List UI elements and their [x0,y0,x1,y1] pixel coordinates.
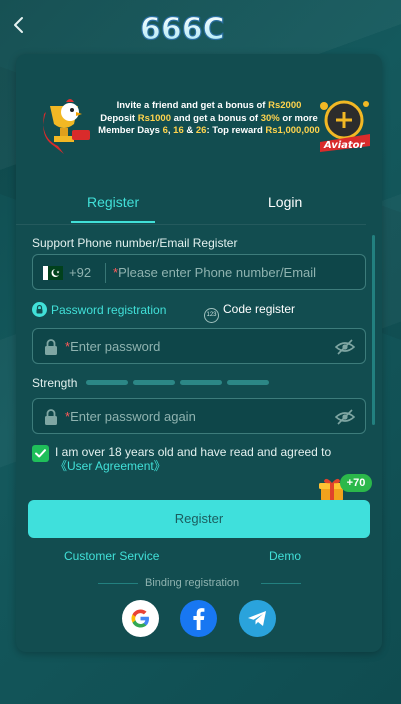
lock-icon [44,409,58,425]
country-code[interactable]: +92 [69,265,91,280]
eye-off-icon[interactable] [334,408,356,426]
customer-service-link[interactable]: Customer Service [64,549,159,563]
phone-email-placeholder: *Please enter Phone number/Email [113,265,317,280]
register-method-label: Support Phone number/Email Register [32,236,238,250]
app-logo: 666C [138,8,242,47]
tab-register[interactable]: Register [87,194,139,210]
tab-login[interactable]: Login [268,194,302,210]
password-field[interactable]: *Enter password [32,328,366,364]
strength-bar [227,380,269,385]
phone-email-field[interactable]: +92 *Please enter Phone number/Email [32,254,366,290]
svg-text:Aviator: Aviator [323,140,366,151]
user-agreement-link[interactable]: 《User Agreement》 [55,459,166,473]
aviator-game-icon: Aviator [314,94,376,154]
register-mode-row: Password registration 123 Code register [32,300,366,323]
register-button[interactable]: Register [28,500,370,538]
google-icon [131,609,149,628]
field-separator [105,263,106,283]
strength-label: Strength [32,376,78,390]
agreement-checkbox[interactable] [32,445,49,462]
active-tab-indicator [71,221,155,223]
confirm-password-field[interactable]: *Enter password again [32,398,366,434]
telegram-icon [248,611,266,626]
pakistan-flag-icon [43,266,63,280]
lock-badge-icon [32,302,47,317]
divider-line [261,583,301,584]
numeric-code-icon: 123 [204,308,219,323]
auth-tabs: Register Login [16,188,382,224]
lock-icon [44,339,58,355]
confirm-password-placeholder: *Enter password again [65,409,196,424]
trophy-icon [36,88,96,158]
divider-line [98,583,138,584]
strength-bar [86,380,128,385]
password-placeholder: *Enter password [65,339,161,354]
facebook-icon [193,608,205,630]
promo-banner[interactable]: Invite a friend and get a bonus of Rs200… [16,84,382,164]
agreement-text: I am over 18 years old and have read and… [55,445,332,473]
demo-link[interactable]: Demo [269,549,301,563]
tab-divider [16,224,366,225]
password-registration-option[interactable]: Password registration [32,302,166,317]
gift-bonus-badge: +70 [340,474,372,492]
back-arrow-icon[interactable] [10,14,28,36]
eye-off-icon[interactable] [334,338,356,356]
scrollbar[interactable] [372,235,375,425]
telegram-login-button[interactable] [239,600,276,637]
facebook-login-button[interactable] [180,600,217,637]
agreement-row: I am over 18 years old and have read and… [32,444,366,476]
top-bar: 666C [0,0,401,52]
promo-banner-text: Invite a friend and get a bonus of Rs200… [98,100,320,136]
code-register-option[interactable]: 123 Code register [204,302,295,323]
svg-text:666C: 666C [140,12,225,46]
google-login-button[interactable] [122,600,159,637]
strength-bar [133,380,175,385]
strength-bar [180,380,222,385]
binding-registration-label: Binding registration [145,577,240,589]
